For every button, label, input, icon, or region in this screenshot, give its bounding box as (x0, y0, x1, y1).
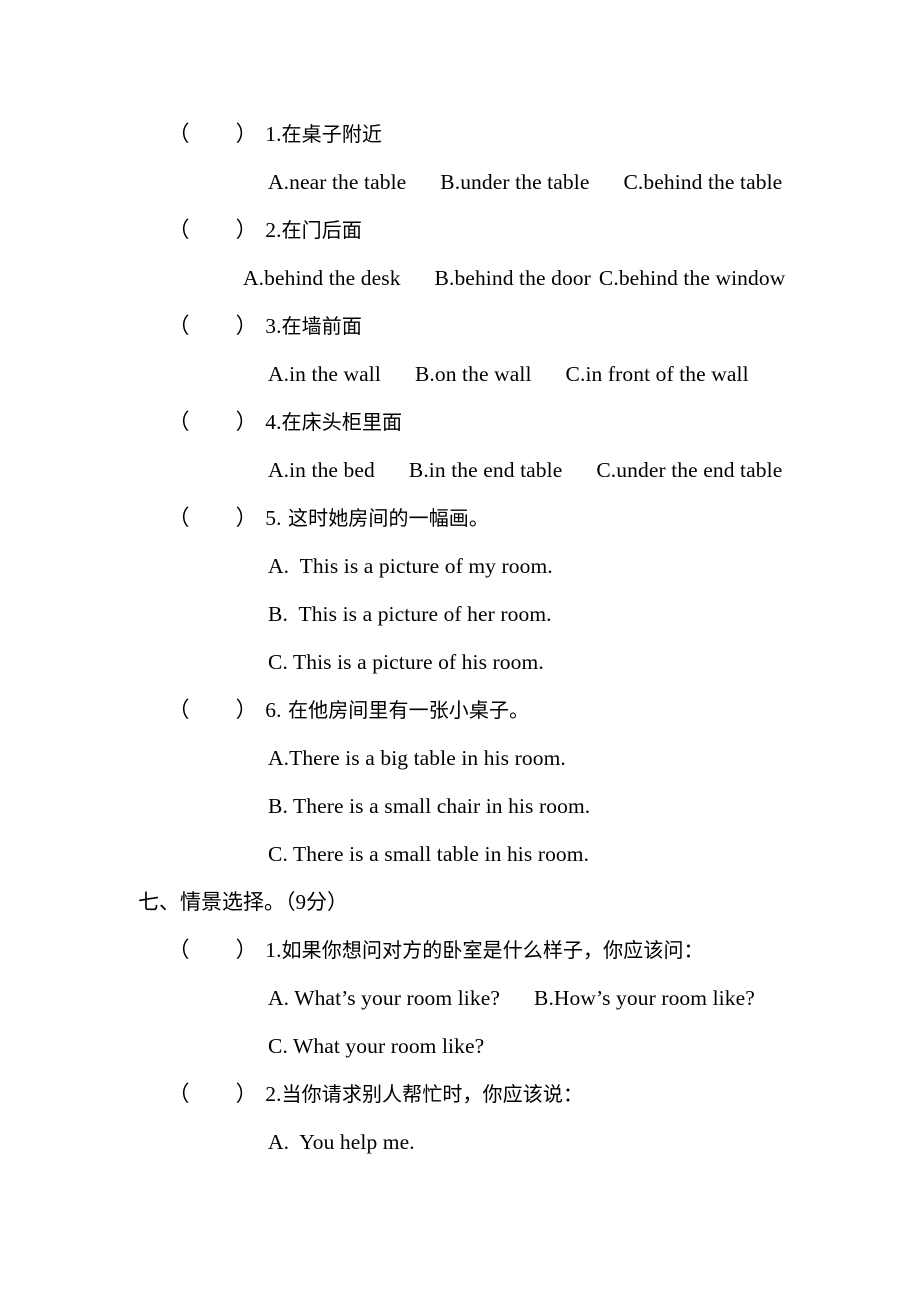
answer-paren-close: ） (235, 218, 258, 242)
option-row: A.behind the desk B.behind the door C.behi… (0, 254, 920, 302)
section-number: 七、 (138, 890, 180, 914)
answer-paren-open: （ (168, 314, 190, 338)
question-stem: （ ） 1.在桌子附近 (0, 110, 920, 158)
option-row: A. What’s your room like? B.How’s your ro… (0, 974, 920, 1022)
option-b[interactable]: B.on the wall (415, 362, 532, 386)
option-row: C. There is a small table in his room. (0, 830, 920, 878)
question-text: 这时她房间的一幅画。 (281, 506, 490, 530)
answer-paren-open: （ (168, 122, 190, 146)
question-text: 如果你想问对方的卧室是什么样子，你应该问： (281, 938, 704, 962)
option-a[interactable]: A. This is a picture of my room. (268, 554, 553, 578)
question-block: （ ） 3.在墙前面 A.in the wall B.on the wall C.in … (0, 302, 920, 398)
option-row: C. What your room like? (0, 1022, 920, 1070)
answer-paren-close: ） (235, 1082, 258, 1106)
option-row: A.near the table B.under the table C.behin… (0, 158, 920, 206)
question-number: 5. (265, 506, 282, 530)
option-a[interactable]: A.There is a big table in his room. (268, 746, 566, 770)
answer-paren-close: ） (235, 698, 258, 722)
question-stem: （ ） 5. 这时她房间的一幅画。 (0, 494, 920, 542)
option-b[interactable]: B.under the table (440, 170, 589, 194)
question-number: 2. (265, 1082, 282, 1106)
section-score: （9分） (285, 890, 348, 914)
question-stem: （ ） 4.在床头柜里面 (0, 398, 920, 446)
section-heading: 七、情景选择。（9分） (0, 878, 920, 926)
option-a[interactable]: A. You help me. (268, 1130, 415, 1154)
question-block: （ ） 2.在门后面 A.behind the desk B.behind the d… (0, 206, 920, 302)
option-a[interactable]: A.in the wall (268, 362, 381, 386)
option-c[interactable]: C.behind the table (623, 170, 782, 194)
option-c[interactable]: C. This is a picture of his room. (268, 650, 544, 674)
question-stem: （ ） 2.当你请求别人帮忙时，你应该说： (0, 1070, 920, 1118)
answer-paren-open: （ (168, 506, 190, 530)
question-number: 4. (265, 410, 282, 434)
option-a[interactable]: A.near the table (268, 170, 406, 194)
worksheet-page: （） 1.在桌子附近 A.near the table B.under the ta… (0, 0, 920, 1302)
option-c[interactable]: C. What your room like? (268, 1034, 484, 1058)
option-a[interactable]: A. What’s your room like? (268, 986, 500, 1010)
answer-paren-close: ） (235, 122, 258, 146)
option-row: A.in the bed B.in the end table C.under th… (0, 446, 920, 494)
answer-paren-open: （ (168, 698, 190, 722)
option-row: A. You help me. (0, 1118, 920, 1166)
option-c[interactable]: C.under the end table (596, 458, 782, 482)
question-text: 在门后面 (281, 218, 362, 242)
answer-paren-close: ） (235, 506, 258, 530)
option-b[interactable]: B.How’s your room like? (534, 986, 755, 1010)
option-b[interactable]: B. There is a small chair in his room. (268, 794, 590, 818)
question-stem: （ ） 3.在墙前面 (0, 302, 920, 350)
question-block: （ ） 5. 这时她房间的一幅画。 A. This is a picture of … (0, 494, 920, 686)
question-stem: （ ） 6. 在他房间里有一张小桌子。 (0, 686, 920, 734)
question-text: 在床头柜里面 (281, 410, 403, 434)
option-row: B. This is a picture of her room. (0, 590, 920, 638)
question-stem: （ ） 2.在门后面 (0, 206, 920, 254)
question-text: 当你请求别人帮忙时，你应该说： (281, 1082, 584, 1106)
question-text: 在他房间里有一张小桌子。 (281, 698, 530, 722)
option-row: A.in the wall B.on the wall C.in front of … (0, 350, 920, 398)
question-block: （ ） 1.在桌子附近 A.near the table B.under the ta… (0, 110, 920, 206)
page-content: （） 1.在桌子附近 A.near the table B.under the ta… (0, 110, 920, 1166)
question-block: （ ） 6. 在他房间里有一张小桌子。 A.There is a big table… (0, 686, 920, 878)
answer-paren-close: ） (235, 938, 258, 962)
option-row: C. This is a picture of his room. (0, 638, 920, 686)
answer-paren-open: （ (168, 410, 190, 434)
option-row: A.There is a big table in his room. (0, 734, 920, 782)
option-b[interactable]: B. This is a picture of her room. (268, 602, 552, 626)
option-row: A. This is a picture of my room. (0, 542, 920, 590)
question-number: 3. (265, 314, 282, 338)
question-number: 2. (265, 218, 282, 242)
question-number: 1. (265, 938, 282, 962)
answer-paren-open: （ (168, 1082, 190, 1106)
question-text: 在桌子附近 (281, 122, 383, 146)
question-stem: （ ） 1.如果你想问对方的卧室是什么样子，你应该问： (0, 926, 920, 974)
question-number: 6. (265, 698, 282, 722)
question-text: 在墙前面 (281, 314, 362, 338)
option-c[interactable]: C.behind the window (599, 266, 785, 290)
option-a[interactable]: A.in the bed (268, 458, 375, 482)
answer-paren-close: ） (235, 314, 258, 338)
answer-paren-close: ） (235, 410, 258, 434)
question-number: 1. (265, 122, 282, 146)
question-block: （ ） 4.在床头柜里面 A.in the bed B.in the end tabl… (0, 398, 920, 494)
option-c[interactable]: C. There is a small table in his room. (268, 842, 589, 866)
option-b[interactable]: B.behind the door (435, 266, 591, 290)
option-a[interactable]: A.behind the desk (243, 266, 401, 290)
option-c[interactable]: C.in front of the wall (566, 362, 749, 386)
answer-paren-open: （ (168, 938, 190, 962)
answer-paren-open: （ (168, 218, 190, 242)
section-title: 情景选择。 (180, 890, 285, 914)
question-block: （ ） 1.如果你想问对方的卧室是什么样子，你应该问： A. What’s your… (0, 926, 920, 1070)
question-block: （ ） 2.当你请求别人帮忙时，你应该说： A. You help me. (0, 1070, 920, 1166)
option-row: B. There is a small chair in his room. (0, 782, 920, 830)
option-b[interactable]: B.in the end table (409, 458, 562, 482)
